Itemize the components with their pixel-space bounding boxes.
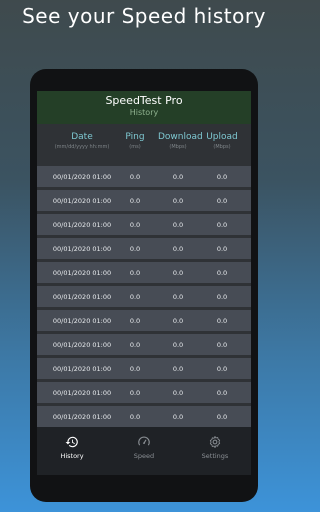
row-upload: 0.0	[216, 221, 228, 229]
row-date: 00/01/2020 01:00	[52, 245, 112, 253]
row-upload: 0.0	[216, 293, 228, 301]
column-header-download[interactable]: Download (Mbps)	[158, 132, 203, 150]
row-download: 0.0	[172, 389, 184, 397]
row-date: 00/01/2020 01:00	[52, 269, 112, 277]
row-upload: 0.0	[216, 317, 228, 325]
row-date: 00/01/2020 01:00	[52, 173, 112, 181]
app-title: SpeedTest Pro	[105, 94, 183, 107]
history-row[interactable]: 00/01/2020 01:00 0.0 0.0 0.0	[37, 190, 251, 211]
history-row[interactable]: 00/01/2020 01:00 0.0 0.0 0.0	[37, 238, 251, 259]
column-label: Download	[158, 132, 203, 142]
history-row[interactable]: 00/01/2020 01:00 0.0 0.0 0.0	[37, 358, 251, 379]
history-row[interactable]: 00/01/2020 01:00 0.0 0.0 0.0	[37, 406, 251, 427]
history-row[interactable]: 00/01/2020 01:00 0.0 0.0 0.0	[37, 214, 251, 235]
nav-tab-settings[interactable]: Settings	[185, 435, 245, 460]
history-list: 00/01/2020 01:00 0.0 0.0 0.0 00/01/2020 01:…	[37, 166, 251, 427]
row-download: 0.0	[172, 341, 184, 349]
row-download: 0.0	[172, 317, 184, 325]
column-header-upload[interactable]: Upload (Mbps)	[205, 132, 239, 150]
column-header-ping[interactable]: Ping (ms)	[123, 132, 147, 150]
promo-headline: See your Speed history	[22, 4, 266, 28]
column-label: Upload	[206, 132, 238, 142]
row-date: 00/01/2020 01:00	[52, 389, 112, 397]
phone-frame: SpeedTest Pro History Date (mm/dd/yyyy h…	[30, 69, 258, 502]
history-icon	[65, 436, 78, 448]
history-row[interactable]: 00/01/2020 01:00 0.0 0.0 0.0	[37, 310, 251, 331]
row-ping: 0.0	[129, 293, 141, 301]
app-screen: SpeedTest Pro History Date (mm/dd/yyyy h…	[37, 91, 251, 475]
row-upload: 0.0	[216, 341, 228, 349]
row-date: 00/01/2020 01:00	[52, 317, 112, 325]
row-ping: 0.0	[129, 341, 141, 349]
row-download: 0.0	[172, 269, 184, 277]
row-ping: 0.0	[129, 389, 141, 397]
row-download: 0.0	[172, 245, 184, 253]
row-download: 0.0	[172, 197, 184, 205]
history-row[interactable]: 00/01/2020 01:00 0.0 0.0 0.0	[37, 334, 251, 355]
column-unit: (Mbps)	[213, 144, 231, 150]
row-ping: 0.0	[129, 221, 141, 229]
row-upload: 0.0	[216, 197, 228, 205]
screen-subtitle: History	[129, 108, 159, 117]
nav-tab-label: History	[60, 452, 84, 460]
row-date: 00/01/2020 01:00	[52, 293, 112, 301]
row-download: 0.0	[172, 413, 184, 421]
app-bar: SpeedTest Pro History	[37, 91, 251, 124]
row-download: 0.0	[172, 173, 184, 181]
row-ping: 0.0	[129, 365, 141, 373]
row-download: 0.0	[172, 221, 184, 229]
table-header: Date (mm/dd/yyyy hh:mm) Ping (ms) Downlo…	[37, 124, 251, 162]
row-upload: 0.0	[216, 413, 228, 421]
history-row[interactable]: 00/01/2020 01:00 0.0 0.0 0.0	[37, 382, 251, 403]
column-unit: (Mbps)	[169, 144, 187, 150]
bottom-navigation: History Speed Settings	[37, 427, 251, 475]
history-row[interactable]: 00/01/2020 01:00 0.0 0.0 0.0	[37, 166, 251, 187]
row-download: 0.0	[172, 365, 184, 373]
column-unit: (mm/dd/yyyy hh:mm)	[54, 144, 110, 150]
speedometer-icon	[138, 436, 150, 446]
nav-tab-history[interactable]: History	[42, 435, 102, 460]
row-date: 00/01/2020 01:00	[52, 197, 112, 205]
row-upload: 0.0	[216, 173, 228, 181]
row-ping: 0.0	[129, 269, 141, 277]
column-label: Date	[71, 132, 93, 142]
row-upload: 0.0	[216, 245, 228, 253]
row-date: 00/01/2020 01:00	[52, 221, 112, 229]
row-upload: 0.0	[216, 365, 228, 373]
column-unit: (ms)	[129, 144, 141, 150]
nav-tab-speed[interactable]: Speed	[114, 435, 174, 460]
row-upload: 0.0	[216, 389, 228, 397]
nav-tab-label: Settings	[201, 452, 229, 460]
column-header-date[interactable]: Date (mm/dd/yyyy hh:mm)	[37, 132, 127, 150]
row-ping: 0.0	[129, 245, 141, 253]
row-date: 00/01/2020 01:00	[52, 365, 112, 373]
nav-tab-label: Speed	[133, 452, 155, 460]
row-ping: 0.0	[129, 317, 141, 325]
gear-icon	[209, 436, 221, 448]
history-row[interactable]: 00/01/2020 01:00 0.0 0.0 0.0	[37, 286, 251, 307]
column-label: Ping	[125, 132, 145, 142]
row-ping: 0.0	[129, 173, 141, 181]
row-ping: 0.0	[129, 197, 141, 205]
row-download: 0.0	[172, 293, 184, 301]
row-ping: 0.0	[129, 413, 141, 421]
history-row[interactable]: 00/01/2020 01:00 0.0 0.0 0.0	[37, 262, 251, 283]
row-date: 00/01/2020 01:00	[52, 341, 112, 349]
row-upload: 0.0	[216, 269, 228, 277]
row-date: 00/01/2020 01:00	[52, 413, 112, 421]
